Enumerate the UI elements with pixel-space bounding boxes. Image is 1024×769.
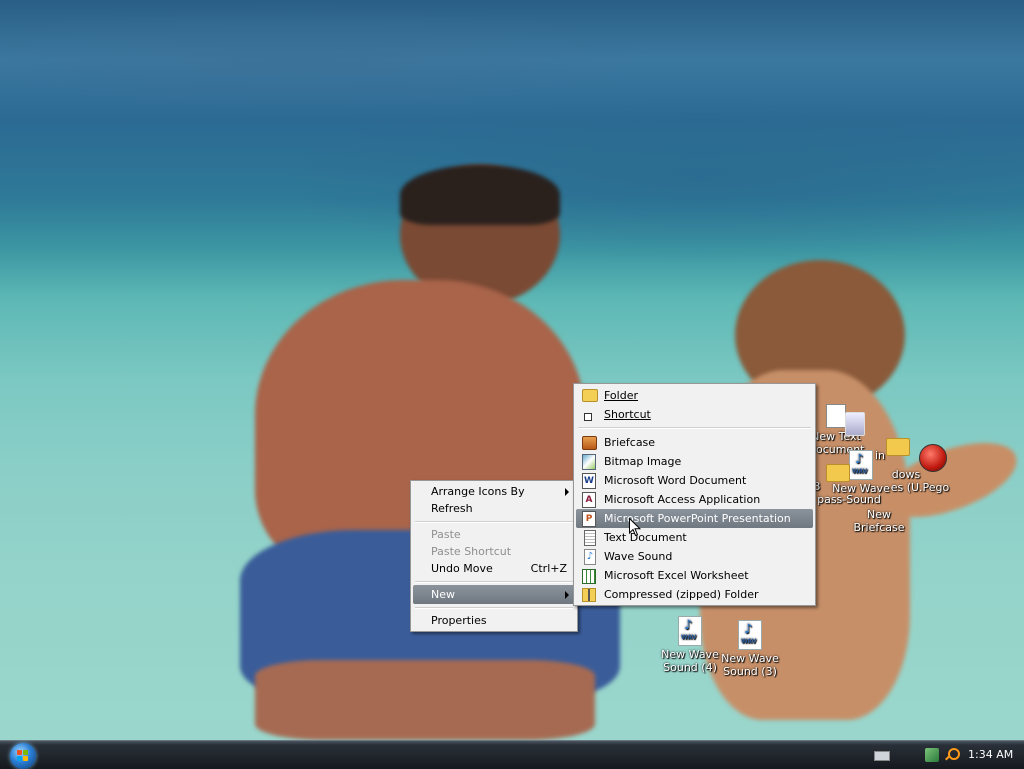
menu-item-briefcase[interactable]: Briefcase (576, 433, 813, 452)
desktop-label-pego: es (U.Pego (890, 481, 950, 494)
menu-item-bitmap-image[interactable]: Bitmap Image (576, 452, 813, 471)
folder-icon (582, 389, 598, 402)
menu-item-undo-move[interactable]: Undo Move Ctrl+Z (413, 559, 575, 578)
menu-separator (578, 427, 811, 429)
desktop-label-windows: dows (891, 468, 921, 481)
zip-folder-icon (582, 588, 596, 602)
menu-item-shortcut[interactable]: Shortcut (576, 405, 813, 424)
menu-item-text-document[interactable]: Text Document (576, 528, 813, 547)
search-icon[interactable] (944, 748, 960, 762)
desktop-icon-new-wave-sound-3[interactable]: ♪ WAV New Wave Sound (3) (720, 620, 780, 678)
text-document-icon (826, 404, 846, 428)
bitmap-icon (582, 454, 596, 470)
menu-item-folder[interactable]: Folder (576, 386, 813, 405)
recycle-bin-icon[interactable] (845, 412, 867, 438)
desktop-icon-new-briefcase[interactable]: New Briefcase (840, 508, 918, 534)
text-document-icon (584, 530, 596, 546)
excel-icon (582, 569, 596, 584)
menu-item-excel-worksheet[interactable]: Microsoft Excel Worksheet (576, 566, 813, 585)
mouse-cursor-icon (629, 518, 641, 537)
menu-item-access-application[interactable]: A Microsoft Access Application (576, 490, 813, 509)
menu-separator (415, 581, 573, 583)
menu-separator (415, 521, 573, 523)
submenu-arrow-icon (565, 488, 569, 496)
desktop-label-pass-sound: pass-Sound (817, 493, 881, 506)
briefcase-icon (582, 436, 597, 450)
desktop-icon-folder[interactable] (826, 464, 850, 482)
keyboard-icon[interactable] (874, 751, 890, 761)
word-icon: W (582, 473, 596, 489)
submenu-arrow-icon (565, 591, 569, 599)
menu-item-refresh[interactable]: Refresh (413, 499, 575, 518)
desktop-icon-folder-2[interactable] (886, 438, 910, 456)
wave-sound-icon: ♪ WAV (738, 620, 762, 650)
menu-item-compressed-folder[interactable]: Compressed (zipped) Folder (576, 585, 813, 604)
folder-icon (826, 464, 850, 482)
folder-icon (886, 438, 910, 456)
menu-item-properties[interactable]: Properties (413, 611, 575, 630)
undo-move-shortcut: Ctrl+Z (530, 562, 567, 575)
shortcut-icon (584, 413, 592, 421)
start-button[interactable] (10, 743, 36, 769)
wave-sound-icon: ♪ WAV (678, 616, 702, 646)
desktop-label-partial-in: in (874, 449, 886, 462)
wallpaper-figure-man-legs (255, 660, 595, 740)
desktop-icon-new-wave-sound-4[interactable]: ♪ WAV New Wave Sound (4) (660, 616, 720, 674)
network-icon[interactable] (925, 748, 939, 762)
menu-item-powerpoint-presentation[interactable]: P Microsoft PowerPoint Presentation (576, 509, 813, 528)
taskbar: 1:34 AM (0, 740, 1024, 769)
menu-item-wave-sound[interactable]: ♪ Wave Sound (576, 547, 813, 566)
wallpaper-figure-man-hair (400, 165, 560, 225)
menu-item-new[interactable]: New (413, 585, 575, 604)
desktop-context-menu: Arrange Icons By Refresh Paste Paste Sho… (410, 480, 578, 632)
access-icon: A (582, 492, 596, 508)
powerpoint-icon: P (582, 511, 596, 527)
menu-separator (415, 607, 573, 609)
windows-logo-icon (17, 750, 29, 762)
wave-sound-icon: ♪ WAV (849, 450, 873, 480)
taskbar-clock[interactable]: 1:34 AM (968, 748, 1013, 761)
new-submenu: Folder Shortcut Briefcase Bitmap Image W… (573, 383, 816, 606)
wave-sound-icon: ♪ (584, 549, 596, 565)
menu-item-word-document[interactable]: W Microsoft Word Document (576, 471, 813, 490)
